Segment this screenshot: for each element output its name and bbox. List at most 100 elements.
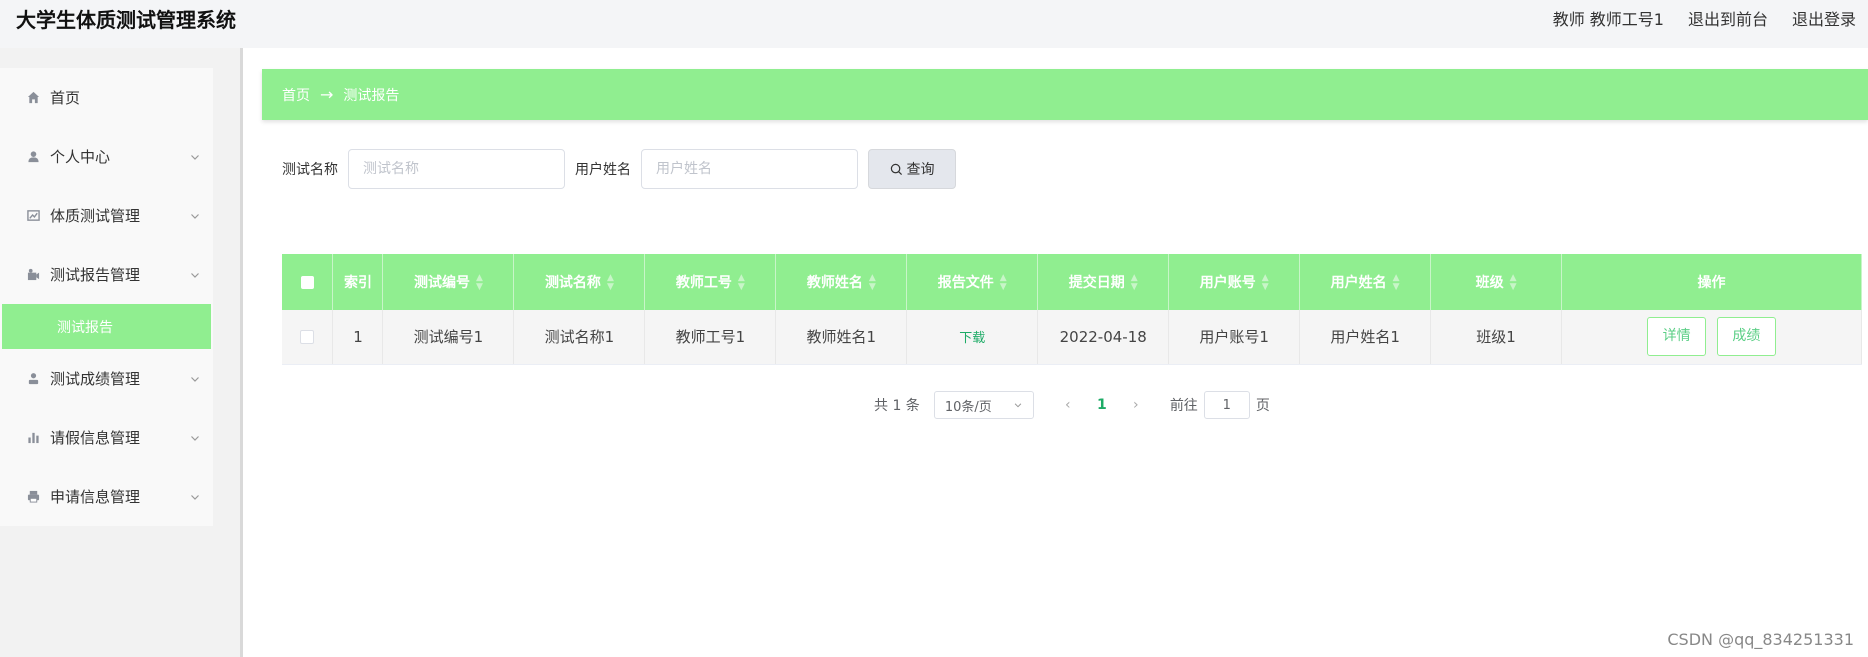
sort-icon: ▲ ▼ — [1392, 273, 1400, 292]
breadcrumb-arrow-icon: → — [320, 85, 334, 104]
sidebar-subitem-test-report[interactable]: 测试报告 — [2, 304, 211, 349]
sidebar-item-physical-test[interactable]: 体质测试管理 — [0, 186, 213, 245]
test-name-input[interactable] — [348, 149, 565, 189]
goto-label: 前往 — [1169, 398, 1198, 414]
cell-index: 1 — [332, 310, 384, 365]
prev-page-button[interactable]: ‹ — [1054, 397, 1082, 413]
sidebar-item-leave[interactable]: 请假信息管理 — [0, 408, 213, 467]
download-link[interactable]: 下载 — [959, 331, 985, 346]
sort-icon: ▲ ▼ — [1261, 273, 1269, 292]
col-user-name[interactable]: 用户姓名 ▲ ▼ — [1299, 254, 1432, 310]
goto-page-input[interactable] — [1203, 391, 1250, 419]
col-label: 教师工号 — [675, 275, 732, 291]
col-label: 班级 — [1475, 275, 1504, 291]
score-button[interactable]: 成绩 — [1716, 317, 1776, 357]
col-test-no[interactable]: 测试编号 ▲ ▼ — [382, 254, 515, 310]
select-all-checkbox[interactable] — [300, 275, 314, 289]
logout-link[interactable]: 退出登录 — [1792, 9, 1856, 31]
query-button[interactable]: 查询 — [868, 149, 956, 189]
detail-button[interactable]: 详情 — [1647, 317, 1707, 357]
col-label: 测试编号 — [413, 275, 470, 291]
sort-icon: ▲ ▼ — [1130, 273, 1138, 292]
report-table: 索引 测试编号 ▲ ▼ 测试名称 ▲ ▼ 教师工号 ▲ ▼ 教师姓名 ▲ ▼ 报告文件 ▲ ▼ 提交… — [282, 254, 1862, 365]
search-bar: 测试名称 用户姓名 查询 — [282, 149, 956, 189]
bars-icon — [26, 431, 40, 445]
breadcrumb-current: 测试报告 — [343, 87, 400, 104]
cell-date: 2022-04-18 — [1037, 310, 1170, 365]
next-page-button[interactable]: › — [1122, 397, 1150, 413]
app-title: 大学生体质测试管理系统 — [16, 8, 236, 32]
page-size-select[interactable]: 10条/页 — [933, 391, 1034, 419]
total-count: 共 1 条 — [874, 398, 920, 414]
sort-icon: ▲ ▼ — [737, 273, 745, 292]
sidebar-menu: 首页 个人中心 体质测试管理 测试报告管理 测试报告 测试成绩管理 请假信息管理… — [0, 68, 213, 526]
chevron-down-icon — [191, 435, 199, 441]
cell-test-name: 测试名称1 — [513, 310, 646, 365]
sort-icon: ▲ ▼ — [999, 273, 1007, 292]
chart-icon — [26, 209, 40, 223]
goto-suffix: 页 — [1255, 398, 1270, 414]
user-icon — [26, 150, 40, 164]
page-number[interactable]: 1 — [1082, 397, 1122, 413]
col-actions: 操作 — [1561, 254, 1862, 310]
sort-icon: ▲ ▼ — [1509, 273, 1517, 292]
row-checkbox[interactable] — [300, 330, 315, 345]
col-label: 用户账号 — [1199, 275, 1256, 291]
chevron-down-icon — [191, 213, 199, 219]
cell-account: 用户账号1 — [1168, 310, 1301, 365]
home-icon — [26, 91, 40, 105]
sidebar-item-label: 个人中心 — [50, 148, 111, 166]
watermark: CSDN @qq_834251331 — [1667, 630, 1854, 649]
cell-file: 下载 — [906, 310, 1039, 365]
top-header: 大学生体质测试管理系统 教师 教师工号1 退出到前台 退出登录 — [0, 0, 1868, 48]
exit-to-front-link[interactable]: 退出到前台 — [1688, 9, 1768, 31]
sidebar-item-label: 测试报告管理 — [50, 266, 141, 284]
col-teacher-no[interactable]: 教师工号 ▲ ▼ — [644, 254, 777, 310]
row-select-cell — [282, 310, 334, 365]
test-name-label: 测试名称 — [282, 162, 338, 178]
cell-actions: 详情 成绩 — [1561, 310, 1862, 365]
current-user: 教师 教师工号1 — [1552, 10, 1664, 29]
sidebar-item-apply[interactable]: 申请信息管理 — [0, 467, 213, 526]
query-button-label: 查询 — [906, 162, 935, 178]
cell-teacher-name: 教师姓名1 — [775, 310, 908, 365]
select-all-cell — [282, 254, 334, 310]
chevron-down-icon — [191, 494, 199, 500]
sidebar-item-home[interactable]: 首页 — [0, 68, 213, 127]
chevron-down-icon — [191, 272, 199, 278]
pagination: 共 1 条 10条/页 ‹ 1 › 前往 页 — [874, 391, 1270, 419]
col-teacher-name[interactable]: 教师姓名 ▲ ▼ — [775, 254, 908, 310]
sidebar-item-label: 首页 — [50, 89, 81, 107]
sidebar-subitem-label: 测试报告 — [57, 319, 113, 336]
sidebar-item-label: 测试成绩管理 — [50, 370, 141, 388]
sidebar: 首页 个人中心 体质测试管理 测试报告管理 测试报告 测试成绩管理 请假信息管理… — [0, 48, 241, 657]
sort-icon: ▲ ▼ — [606, 273, 614, 292]
sort-icon: ▲ ▼ — [868, 273, 876, 292]
sidebar-item-label: 体质测试管理 — [50, 207, 141, 225]
col-test-name[interactable]: 测试名称 ▲ ▼ — [513, 254, 646, 310]
breadcrumb: 首页 → 测试报告 — [262, 69, 1868, 120]
cell-user-name: 用户姓名1 — [1299, 310, 1432, 365]
col-account[interactable]: 用户账号 ▲ ▼ — [1168, 254, 1301, 310]
col-label: 提交日期 — [1068, 275, 1125, 291]
col-date[interactable]: 提交日期 ▲ ▼ — [1037, 254, 1170, 310]
user-name-label: 用户姓名 — [575, 162, 631, 178]
chevron-down-icon — [1014, 403, 1022, 408]
sidebar-item-report[interactable]: 测试报告管理 — [0, 245, 213, 304]
cell-class: 班级1 — [1430, 310, 1563, 365]
printer-icon — [26, 490, 40, 504]
breadcrumb-home[interactable]: 首页 — [282, 85, 310, 105]
col-label: 报告文件 — [937, 275, 994, 291]
sidebar-divider — [240, 48, 243, 657]
col-class[interactable]: 班级 ▲ ▼ — [1430, 254, 1563, 310]
cell-test-no: 测试编号1 — [382, 310, 515, 365]
sidebar-item-score[interactable]: 测试成绩管理 — [0, 349, 213, 408]
sort-icon: ▲ ▼ — [475, 273, 483, 292]
chevron-down-icon — [191, 376, 199, 382]
sidebar-item-personal[interactable]: 个人中心 — [0, 127, 213, 186]
user-name-input[interactable] — [641, 149, 858, 189]
col-file[interactable]: 报告文件 ▲ ▼ — [906, 254, 1039, 310]
col-label: 测试名称 — [544, 275, 601, 291]
cell-teacher-no: 教师工号1 — [644, 310, 777, 365]
sidebar-item-label: 申请信息管理 — [50, 488, 141, 506]
